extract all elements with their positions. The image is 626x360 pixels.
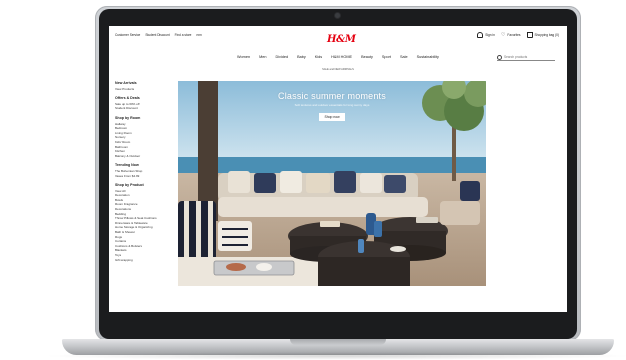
sidebar-heading-offers[interactable]: Offers & Deals <box>115 96 175 100</box>
user-icon <box>477 32 484 38</box>
link-extra[interactable]: nnn <box>196 33 201 37</box>
sidebar-heading-shop-by-product[interactable]: Shop by Product <box>115 183 175 187</box>
search-input[interactable]: Search products <box>497 54 555 61</box>
nav-home[interactable]: H&M HOME <box>331 55 352 59</box>
search-icon <box>497 54 502 60</box>
nav-men[interactable]: Men <box>259 55 266 59</box>
hero-banner[interactable]: Classic summer moments Soft textures and… <box>178 81 486 286</box>
brand-logo[interactable]: H&M <box>327 34 356 45</box>
sidebar-link[interactable]: Gift wrapping <box>115 258 175 263</box>
shadow <box>40 352 626 360</box>
nav-sport[interactable]: Sport <box>382 55 391 59</box>
sidebar-link[interactable]: Balcony & Outdoor <box>115 154 175 159</box>
shopping-bag-label: Shopping bag (0) <box>534 33 559 37</box>
sidebar-heading-shop-by-room[interactable]: Shop by Room <box>115 116 175 120</box>
nav-kids[interactable]: Kids <box>315 55 322 59</box>
bag-icon <box>526 32 533 38</box>
sidebar-link[interactable]: View Products <box>115 87 175 92</box>
account-links: Sign in ♡ Favorites Shopping bag (0) <box>477 32 559 38</box>
nav-divided[interactable]: Divided <box>275 55 288 59</box>
link-customer-service[interactable]: Customer Service <box>115 33 140 37</box>
sidebar-heading-new-arrivals[interactable]: New Arrivals <box>115 81 175 85</box>
promo-banner[interactable]: SALE and NEW ARRIVALS <box>109 68 567 71</box>
favourites-label: Favorites <box>507 33 521 37</box>
camera-icon <box>335 13 340 18</box>
shopping-bag-link[interactable]: Shopping bag (0) <box>526 32 559 38</box>
sidebar: New Arrivals View Products Offers & Deal… <box>115 81 175 262</box>
shop-now-button[interactable]: Shop now <box>319 113 345 121</box>
laptop-notch <box>290 339 386 345</box>
favourites-link[interactable]: ♡ Favorites <box>500 32 521 38</box>
nav-sale[interactable]: Sale <box>400 55 408 59</box>
heart-icon: ♡ <box>500 32 506 38</box>
sidebar-link[interactable]: Student Discount <box>115 106 175 111</box>
sidebar-heading-trending[interactable]: Trending Now <box>115 163 175 167</box>
link-student-discount[interactable]: Student Discount <box>145 33 169 37</box>
hero-title: Classic summer moments <box>278 91 386 101</box>
sign-in-label: Sign in <box>485 33 495 37</box>
search-placeholder: Search products <box>504 55 528 59</box>
hero-image <box>178 81 486 286</box>
sign-in-link[interactable]: Sign in <box>477 32 495 38</box>
nav-sustainability[interactable]: Sustainability <box>417 55 439 59</box>
sidebar-link[interactable]: Vases From $4.99 <box>115 174 175 179</box>
utility-links: Customer Service Student Discount Find a… <box>115 33 202 37</box>
nav-women[interactable]: Women <box>237 55 250 59</box>
hero-subtitle: Soft textures and outdoor essentials for… <box>294 103 370 107</box>
link-find-store[interactable]: Find a store <box>175 33 192 37</box>
browser-screen: Customer Service Student Discount Find a… <box>109 26 567 312</box>
top-bar: Customer Service Student Discount Find a… <box>109 26 567 46</box>
nav-baby[interactable]: Baby <box>297 55 306 59</box>
nav-beauty[interactable]: Beauty <box>361 55 373 59</box>
